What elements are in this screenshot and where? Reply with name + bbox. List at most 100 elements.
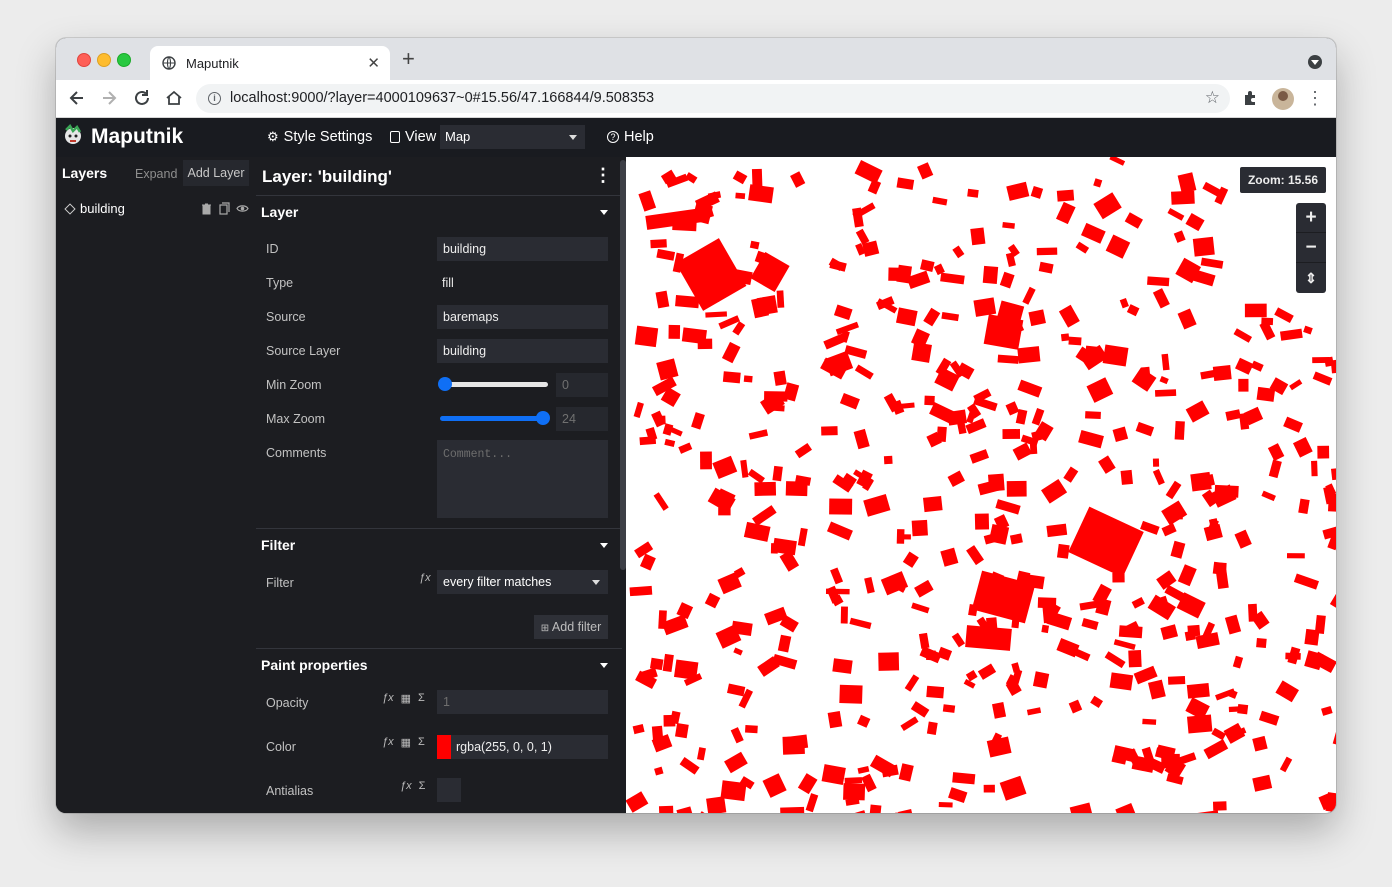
- building-polygon: [1171, 190, 1195, 205]
- building-polygon: [977, 663, 997, 680]
- add-filter-button[interactable]: ⊞ Add filter: [534, 615, 608, 639]
- filter-section-header[interactable]: Filter: [256, 528, 622, 561]
- layer-section-header[interactable]: Layer: [256, 195, 622, 228]
- function-icon[interactable]: ƒx: [382, 692, 394, 705]
- building-polygon: [1194, 810, 1221, 813]
- function-icon[interactable]: ƒx: [382, 736, 394, 749]
- building-polygon: [1286, 553, 1305, 559]
- building-polygon: [771, 404, 785, 412]
- building-polygon: [878, 652, 900, 671]
- building-polygon: [1329, 590, 1336, 613]
- maximize-window-button[interactable]: [117, 53, 131, 67]
- id-input[interactable]: building: [437, 237, 608, 261]
- max-zoom-slider-handle[interactable]: [536, 411, 550, 425]
- building-polygon: [969, 449, 990, 464]
- visibility-eye-icon[interactable]: [236, 202, 249, 215]
- building-polygon: [942, 704, 956, 713]
- function-icon[interactable]: ƒx: [400, 780, 412, 792]
- building-polygon: [974, 513, 990, 530]
- expression-sigma-icon[interactable]: Σ: [419, 780, 426, 792]
- building-polygon: [1002, 222, 1015, 229]
- map-canvas[interactable]: Zoom: 15.56 + − ⇕: [626, 157, 1336, 813]
- compass-button[interactable]: ⇕: [1296, 263, 1326, 293]
- filter-select[interactable]: every filter matches: [437, 570, 608, 594]
- reload-icon[interactable]: [131, 87, 153, 109]
- building-polygon: [1030, 185, 1044, 199]
- expression-sigma-icon[interactable]: Σ: [418, 692, 425, 705]
- building-polygon: [1252, 735, 1268, 752]
- info-icon[interactable]: i: [208, 92, 221, 105]
- building-polygon: [1148, 679, 1166, 700]
- data-driven-icon[interactable]: ▦: [401, 692, 411, 705]
- antialias-checkbox[interactable]: [437, 778, 461, 802]
- building-polygon: [1237, 703, 1249, 715]
- max-zoom-slider[interactable]: [440, 411, 550, 425]
- new-tab-button[interactable]: +: [402, 48, 415, 70]
- help-button[interactable]: ? Help: [607, 129, 654, 145]
- app-brand[interactable]: Maputnik: [91, 125, 183, 149]
- building-polygon: [649, 657, 664, 671]
- color-input[interactable]: rgba(255, 0, 0, 1): [451, 735, 608, 759]
- chevron-down-icon: [592, 580, 600, 585]
- back-arrow-icon[interactable]: [66, 87, 88, 109]
- min-zoom-slider-handle[interactable]: [438, 377, 452, 391]
- opacity-input[interactable]: 1: [437, 690, 608, 714]
- building-polygon: [656, 358, 679, 381]
- browser-tab[interactable]: Maputnik ✕: [150, 46, 390, 80]
- browser-menu-icon[interactable]: ⋮: [1306, 88, 1324, 109]
- building-polygon: [922, 495, 943, 513]
- source-select[interactable]: baremaps: [437, 305, 608, 329]
- extensions-puzzle-icon[interactable]: [1242, 89, 1260, 107]
- source-layer-select[interactable]: building: [437, 339, 608, 363]
- building-polygon: [1185, 400, 1210, 423]
- profile-avatar[interactable]: [1272, 88, 1294, 110]
- bookmark-star-icon[interactable]: ☆: [1205, 88, 1220, 108]
- building-polygon: [651, 410, 666, 428]
- max-zoom-label: Max Zoom: [266, 412, 326, 426]
- map-navigation-controls: + − ⇕: [1296, 203, 1326, 293]
- building-polygon: [752, 505, 777, 526]
- building-polygon: [730, 727, 744, 744]
- layer-list-item[interactable]: building: [56, 197, 256, 223]
- style-settings-button[interactable]: ⚙ Style Settings: [267, 129, 372, 145]
- zoom-out-button[interactable]: −: [1296, 233, 1326, 263]
- tab-search-icon[interactable]: [1308, 55, 1322, 69]
- color-swatch[interactable]: [437, 735, 451, 759]
- layers-panel: Layers Expand Add Layer building: [56, 157, 256, 813]
- min-zoom-input[interactable]: 0: [556, 373, 608, 397]
- data-driven-icon[interactable]: ▦: [401, 736, 411, 749]
- address-bar[interactable]: i localhost:9000/?layer=4000109637~0#15.…: [196, 84, 1230, 113]
- building-polygon: [733, 647, 743, 656]
- forward-arrow-icon[interactable]: [98, 87, 120, 109]
- function-icon[interactable]: ƒx: [419, 572, 431, 584]
- paint-section-header[interactable]: Paint properties: [256, 648, 622, 681]
- browser-window: Maputnik ✕ + i localhost:9000/?layer=400…: [56, 38, 1336, 813]
- expand-button[interactable]: Expand: [135, 167, 177, 181]
- max-zoom-input[interactable]: 24: [556, 407, 608, 431]
- building-polygon: [743, 521, 771, 542]
- add-layer-button[interactable]: Add Layer: [183, 160, 249, 186]
- view-select[interactable]: Map: [440, 125, 585, 149]
- comments-textarea[interactable]: Comment...: [437, 440, 608, 518]
- min-zoom-slider[interactable]: [438, 377, 548, 391]
- style-settings-label: Style Settings: [283, 129, 373, 145]
- building-polygon: [924, 395, 935, 406]
- zoom-level-badge: Zoom: 15.56: [1239, 167, 1326, 193]
- maputnik-logo-icon[interactable]: [62, 124, 84, 148]
- building-polygon: [681, 327, 707, 345]
- building-polygon: [1159, 376, 1169, 385]
- home-icon[interactable]: [163, 87, 185, 109]
- trash-icon[interactable]: [200, 202, 213, 215]
- building-polygon: [790, 171, 806, 188]
- close-window-button[interactable]: [77, 53, 91, 67]
- building-polygon: [668, 324, 681, 339]
- building-polygon: [727, 683, 746, 697]
- minimize-window-button[interactable]: [97, 53, 111, 67]
- view-button[interactable]: View: [390, 129, 436, 145]
- close-tab-icon[interactable]: ✕: [367, 54, 380, 72]
- expression-sigma-icon[interactable]: Σ: [418, 736, 425, 749]
- building-polygon: [1212, 801, 1227, 811]
- more-options-icon[interactable]: ⋮: [594, 165, 612, 186]
- zoom-in-button[interactable]: +: [1296, 203, 1326, 233]
- duplicate-icon[interactable]: [218, 202, 231, 215]
